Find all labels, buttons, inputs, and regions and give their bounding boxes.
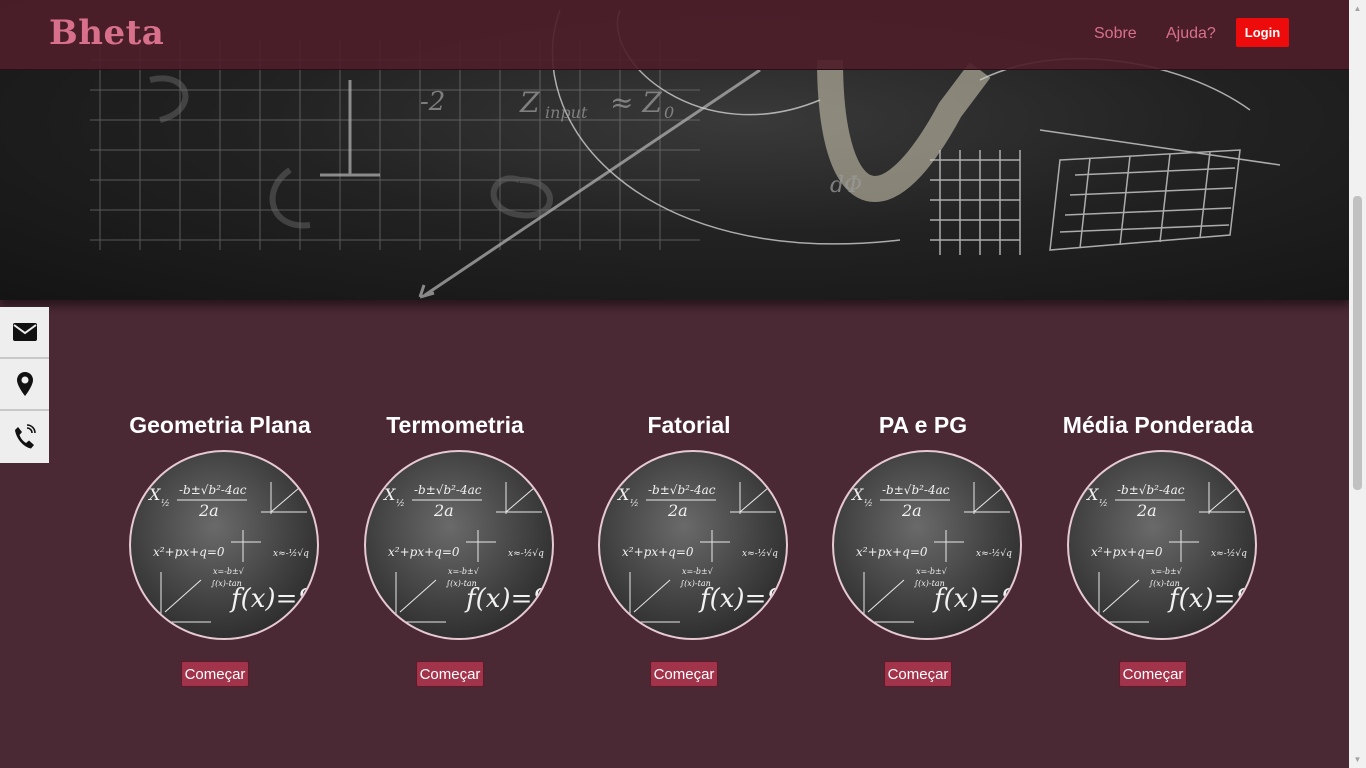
chalkboard-formula-image[interactable]: X½ -b±√b²-4ac 2a x²+px+q=0 x≈-½√q f(x)=S…	[832, 450, 1022, 640]
svg-text:f(x)=Sin: f(x)=Sin	[229, 584, 317, 614]
card-fatorial: Fatorial X½ -b±√b²-4ac 2a x²+px+q=0 x≈-½…	[572, 408, 806, 698]
svg-text:∫(x)-tan: ∫(x)-tan	[446, 579, 477, 588]
svg-text:x=-b±√: x=-b±√	[1151, 567, 1183, 576]
map-pin-icon	[16, 372, 33, 396]
envelope-icon	[12, 323, 37, 341]
card-title: Fatorial	[647, 412, 731, 438]
svg-text:x=-b±√: x=-b±√	[916, 567, 948, 576]
email-link[interactable]	[0, 307, 49, 359]
card-media-ponderada: Média Ponderada X½ -b±√b²-4ac 2a x²+px+q…	[1041, 408, 1275, 698]
svg-text:Z: Z	[519, 86, 540, 119]
svg-text:X: X	[147, 485, 161, 504]
math-formulas-image: X½ -b±√b²-4ac 2a x²+px+q=0 x≈-½√q f(x)=S…	[382, 482, 552, 623]
scroll-up-arrow-icon[interactable]: ▲	[1349, 0, 1366, 17]
svg-text:f(x)=Sin: f(x)=Sin	[698, 584, 786, 614]
phone-icon	[14, 424, 36, 449]
svg-text:∫(x)-tan: ∫(x)-tan	[1149, 579, 1180, 588]
svg-text:½: ½	[161, 498, 170, 509]
svg-text:x=-b±√: x=-b±√	[213, 567, 245, 576]
svg-text:f(x)=Sin: f(x)=Sin	[1167, 584, 1255, 614]
svg-text:dΦ: dΦ	[830, 173, 862, 198]
location-link[interactable]	[0, 359, 49, 411]
card-termometria: Termometria X½ -b±√b²-4ac 2a x²+px+q=0 x…	[338, 408, 572, 698]
svg-text:2a: 2a	[667, 501, 688, 520]
svg-text:≈ Z: ≈ Z	[610, 86, 662, 119]
svg-text:∫(x)-tan: ∫(x)-tan	[211, 579, 242, 588]
svg-text:-2: -2	[420, 87, 445, 117]
svg-text:2a: 2a	[198, 501, 219, 520]
start-button[interactable]: Começar	[884, 661, 952, 687]
svg-text:X: X	[616, 485, 630, 504]
math-formulas-image: X½ -b±√b²-4ac 2a x²+px+q=0 x≈-½√q f(x)=S…	[1085, 482, 1255, 623]
svg-text:x=-b±√: x=-b±√	[448, 567, 480, 576]
chalkboard-formula-image[interactable]: X½ -b±√b²-4ac 2a x²+px+q=0 x≈-½√q f(x)=S…	[598, 450, 788, 640]
svg-text:½: ½	[1099, 498, 1108, 509]
math-formulas-image: X½ -b±√b²-4ac 2a x²+px+q=0 x≈-½√q f(x)=S…	[850, 482, 1020, 623]
svg-text:-b±√b²-4ac: -b±√b²-4ac	[648, 483, 716, 497]
svg-text:-b±√b²-4ac: -b±√b²-4ac	[179, 483, 247, 497]
svg-text:2a: 2a	[433, 501, 454, 520]
navbar: Bheta Sobre Ajuda? Login	[0, 0, 1349, 70]
svg-text:x²+px+q=0: x²+px+q=0	[153, 545, 225, 559]
svg-text:X: X	[850, 485, 864, 504]
contact-side-bar	[0, 307, 49, 463]
login-button[interactable]: Login	[1236, 18, 1289, 47]
svg-text:∫(x)-tan: ∫(x)-tan	[914, 579, 945, 588]
math-formulas-image: X½ -b±√b²-4ac 2a x²+px+q=0 x≈-½√q f(x)=S…	[616, 482, 786, 623]
svg-text:x≈-½√q: x≈-½√q	[742, 548, 778, 559]
svg-text:x≈-½√q: x≈-½√q	[1211, 548, 1247, 559]
chalkboard-formula-image[interactable]: X½ -b±√b²-4ac 2a x²+px+q=0 x≈-½√q f(x)=S…	[1067, 450, 1257, 640]
svg-text:x≈-½√q: x≈-½√q	[508, 548, 544, 559]
vertical-scrollbar[interactable]: ▲ ▼	[1349, 0, 1366, 768]
svg-text:x≈-½√q: x≈-½√q	[976, 548, 1012, 559]
svg-text:-b±√b²-4ac: -b±√b²-4ac	[414, 483, 482, 497]
svg-text:f(x)=Sin: f(x)=Sin	[932, 584, 1020, 614]
start-button[interactable]: Começar	[416, 661, 484, 687]
scroll-thumb[interactable]	[1353, 196, 1362, 490]
card-title: Geometria Plana	[129, 412, 311, 438]
chalkboard-formula-image[interactable]: X½ -b±√b²-4ac 2a x²+px+q=0 x≈-½√q f(x)=S…	[364, 450, 554, 640]
svg-text:2a: 2a	[1136, 501, 1157, 520]
svg-text:x²+px+q=0: x²+px+q=0	[856, 545, 928, 559]
start-button[interactable]: Começar	[1119, 661, 1187, 687]
brand-logo[interactable]: Bheta	[49, 13, 164, 53]
phone-link[interactable]	[0, 411, 49, 463]
svg-text:x≈-½√q: x≈-½√q	[273, 548, 309, 559]
start-button[interactable]: Começar	[650, 661, 718, 687]
svg-text:input: input	[545, 103, 588, 122]
nav-link-help[interactable]: Ajuda?	[1166, 25, 1216, 43]
svg-text:X: X	[1085, 485, 1099, 504]
card-title: Média Ponderada	[1062, 412, 1254, 438]
card-title: Termometria	[386, 412, 524, 438]
card-pa-e-pg: PA e PG X½ -b±√b²-4ac 2a x²+px+q=0 x≈-½√…	[806, 408, 1040, 698]
svg-text:-b±√b²-4ac: -b±√b²-4ac	[882, 483, 950, 497]
start-button[interactable]: Começar	[181, 661, 249, 687]
card-title: PA e PG	[878, 412, 968, 438]
math-formulas-image: X½ -b±√b²-4ac 2a x²+px+q=0 x≈-½√q f(x)=S…	[147, 482, 317, 623]
svg-text:x²+px+q=0: x²+px+q=0	[388, 545, 460, 559]
svg-text:X: X	[382, 485, 396, 504]
chalkboard-formula-image[interactable]: X½ -b±√b²-4ac 2a x²+px+q=0 x≈-½√q f(x)=S…	[129, 450, 319, 640]
svg-text:½: ½	[396, 498, 405, 509]
scroll-down-arrow-icon[interactable]: ▼	[1349, 751, 1366, 768]
svg-text:-b±√b²-4ac: -b±√b²-4ac	[1117, 483, 1185, 497]
card-geometria-plana: Geometria Plana X½ -b±√b²-4ac 2a x²+px+q…	[103, 408, 337, 698]
nav-link-about[interactable]: Sobre	[1094, 25, 1137, 43]
svg-text:f(x)=Sin: f(x)=Sin	[464, 584, 552, 614]
svg-text:x=-b±√: x=-b±√	[682, 567, 714, 576]
svg-text:∫(x)-tan: ∫(x)-tan	[680, 579, 711, 588]
svg-text:½: ½	[864, 498, 873, 509]
svg-text:2a: 2a	[901, 501, 922, 520]
svg-text:x²+px+q=0: x²+px+q=0	[1091, 545, 1163, 559]
svg-text:x²+px+q=0: x²+px+q=0	[622, 545, 694, 559]
svg-text:0: 0	[664, 103, 674, 122]
svg-text:½: ½	[630, 498, 639, 509]
